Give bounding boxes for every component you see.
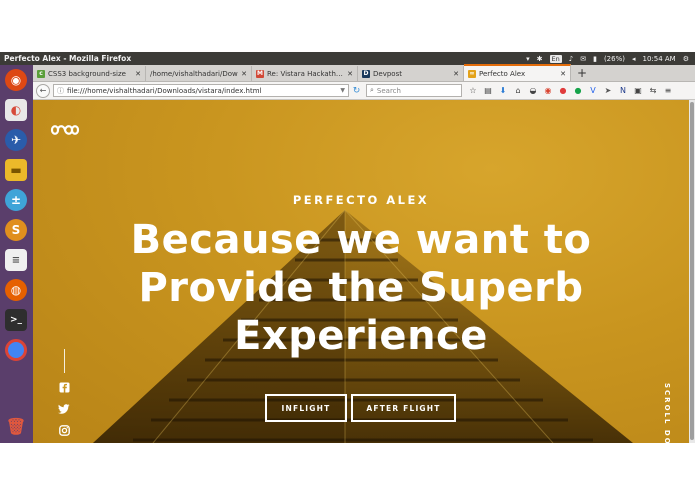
home-icon[interactable]: ⌂ (513, 86, 523, 95)
terminal-icon[interactable]: >_ (5, 309, 27, 331)
wifi-icon[interactable]: ▾ (526, 55, 530, 63)
close-tab-icon[interactable]: ✕ (135, 70, 141, 78)
close-tab-icon[interactable]: ✕ (241, 70, 247, 78)
ubuntu-dash-icon[interactable]: ◉ (5, 69, 27, 91)
social-divider (64, 349, 65, 373)
ubuntu-launcher: ◉ ◐ ✈ ▬ ± S ≡ ◍ >_ 🗑 (0, 65, 33, 443)
grammarly-icon[interactable]: ● (573, 86, 583, 95)
info-icon[interactable]: ⓘ (57, 86, 64, 96)
text-editor-icon[interactable]: ≡ (5, 249, 27, 271)
pocket-icon[interactable]: ◒ (528, 86, 538, 95)
scroll-down-indicator[interactable]: SCROLL DO (663, 383, 671, 443)
url-bar[interactable]: ⓘ file:///home/vishalthadari/Downloads/v… (53, 84, 349, 97)
headline-line-1: Because we want to (130, 217, 592, 263)
download-icon[interactable]: ⬇ (498, 86, 508, 95)
facebook-icon[interactable] (57, 380, 71, 394)
search-icon: ⌕ (370, 86, 374, 94)
tab-gmail-vistara[interactable]: M Re: Vistara Hackathon ✕ (252, 66, 358, 81)
search-input[interactable]: ⌕ Search (366, 84, 462, 97)
bluetooth-icon[interactable]: ✱ (537, 55, 543, 63)
keyboard-layout-indicator[interactable]: En (549, 54, 562, 63)
headline-line-2: Provide the Superb (138, 265, 584, 311)
ublock-icon[interactable]: ◉ (543, 86, 553, 95)
extension-red-icon[interactable]: ● (558, 86, 568, 95)
new-tab-button[interactable]: + (571, 66, 593, 81)
tab-perfecto-alex[interactable]: ∞ Perfecto Alex ✕ (464, 64, 571, 81)
chrome-icon[interactable] (5, 339, 27, 361)
bookmark-star-icon[interactable]: ☆ (468, 86, 478, 95)
tab-home-directory[interactable]: /home/vishalthadari/Dow ✕ (146, 66, 252, 81)
tab-css3-background-size[interactable]: c CSS3 background-size ✕ (33, 66, 146, 81)
after-flight-button[interactable]: AFTER FLIGHT (351, 394, 456, 422)
chevron-down-icon[interactable]: ▼ (340, 87, 345, 94)
screen: Perfecto Alex - Mozilla Firefox ▾ ✱ En ♪… (0, 0, 695, 494)
browser-nav-bar: ← ⓘ file:///home/vishalthadari/Downloads… (33, 82, 695, 100)
battery-icon[interactable]: ▮ (593, 55, 597, 63)
page-scrollbar[interactable] (689, 100, 695, 443)
tab-devpost[interactable]: D Devpost ✕ (358, 66, 464, 81)
site-favicon-icon: ∞ (468, 69, 476, 78)
back-arrow-icon[interactable]: ← (36, 83, 50, 98)
sync-icon[interactable]: ⇆ (648, 86, 658, 95)
close-tab-icon[interactable]: ✕ (347, 70, 353, 78)
headline-line-3: Experience (234, 313, 488, 359)
power-gear-icon[interactable]: ⚙ (683, 55, 689, 63)
close-tab-icon[interactable]: ✕ (560, 70, 566, 78)
css3-favicon-icon: c (37, 69, 45, 78)
inflight-button[interactable]: INFLIGHT (265, 394, 347, 422)
sublime-text-icon[interactable]: S (5, 219, 27, 241)
infinity-logo-icon[interactable] (50, 122, 80, 138)
url-text[interactable]: file:///home/vishalthadari/Downloads/vis… (67, 87, 337, 95)
notification-icon[interactable]: ✉ (580, 55, 586, 63)
clock[interactable]: 10:54 AM (642, 55, 675, 63)
system-tray: ▾ ✱ En ♪ ✉ ▮ (26%) ◂ 10:54 AM ⚙ (526, 54, 695, 63)
volume-icon[interactable]: ◂ (632, 55, 636, 63)
twitter-icon[interactable] (57, 402, 71, 416)
hamburger-menu-icon[interactable]: ≡ (663, 86, 673, 95)
trash-icon[interactable]: 🗑 (5, 415, 27, 437)
sound-icon[interactable]: ♪ (569, 55, 573, 63)
reload-icon[interactable]: ↻ (350, 84, 363, 97)
hero-section: PERFECTO ALEX Because we want to Provide… (33, 100, 689, 443)
screenshot-icon[interactable]: ▣ (633, 86, 643, 95)
settings-toggle-icon[interactable]: ◐ (5, 99, 27, 121)
window-title: Perfecto Alex - Mozilla Firefox (4, 54, 132, 63)
files-folder-icon[interactable]: ▬ (5, 159, 27, 181)
close-tab-icon[interactable]: ✕ (453, 70, 459, 78)
devpost-favicon-icon: D (362, 69, 370, 78)
hero-headline: Because we want to Provide the Superb Ex… (33, 216, 689, 360)
extension-arrow-icon[interactable]: ➤ (603, 86, 613, 95)
extension-n-icon[interactable]: N (618, 86, 628, 95)
calculator-icon[interactable]: ± (5, 189, 27, 211)
browser-bird-icon[interactable]: ✈ (5, 129, 27, 151)
firefox-icon[interactable]: ◍ (5, 279, 27, 301)
os-top-panel: Perfecto Alex - Mozilla Firefox ▾ ✱ En ♪… (0, 52, 695, 65)
gmail-favicon-icon: M (256, 69, 264, 78)
search-placeholder: Search (376, 86, 401, 95)
extension-v-icon[interactable]: V (588, 86, 598, 95)
instagram-icon[interactable] (57, 423, 71, 437)
toolbar-icons: ☆ ▤ ⬇ ⌂ ◒ ◉ ● ● V ➤ N ▣ ⇆ ≡ (468, 86, 673, 95)
scrollbar-thumb[interactable] (690, 102, 694, 440)
reading-list-icon[interactable]: ▤ (483, 86, 493, 95)
browser-tab-bar: c CSS3 background-size ✕ /home/vishaltha… (33, 64, 695, 82)
hero-kicker: PERFECTO ALEX (292, 193, 430, 207)
battery-percent: (26%) (603, 54, 625, 63)
